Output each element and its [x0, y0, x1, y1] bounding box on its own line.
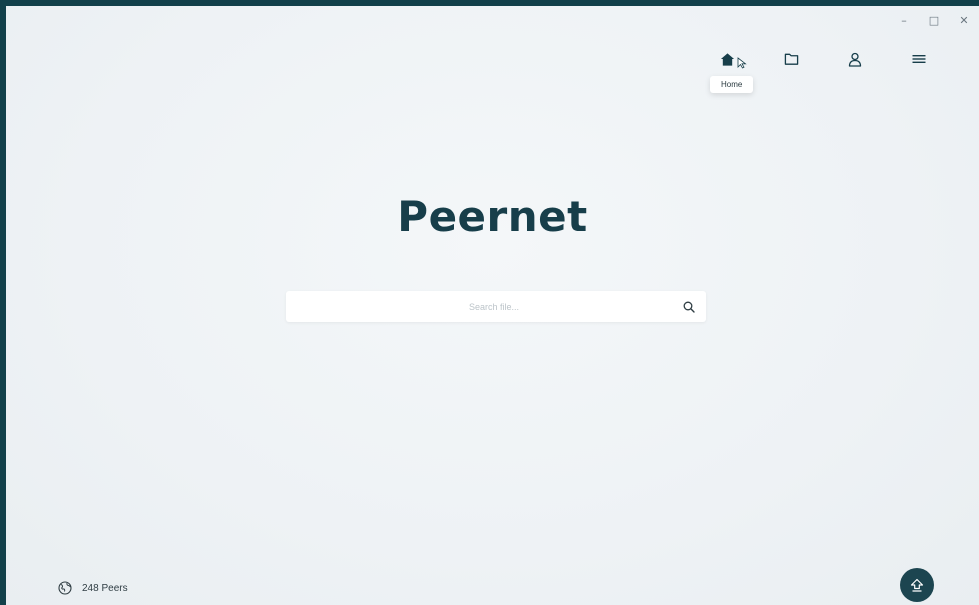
peers-count: 248 Peers — [82, 582, 128, 594]
nav-files-button[interactable] — [759, 46, 823, 72]
logo-text: Peernet — [397, 192, 588, 241]
top-nav — [695, 46, 951, 72]
upload-button[interactable] — [900, 568, 934, 602]
search-input[interactable] — [286, 291, 672, 322]
minimize-button[interactable]: – — [889, 10, 919, 30]
nav-home-button[interactable] — [695, 46, 759, 72]
user-icon — [848, 52, 862, 67]
home-icon — [720, 52, 734, 66]
hamburger-icon — [912, 55, 926, 63]
globe-icon — [58, 581, 72, 595]
brand-logo: Peernet — [6, 192, 979, 241]
upload-icon — [910, 578, 924, 592]
maximize-button[interactable]: □ — [919, 10, 949, 30]
app-window: – □ ✕ Home Peernet Search file... 248 Pe… — [6, 6, 979, 605]
search-bar — [286, 291, 706, 322]
search-icon — [683, 301, 695, 313]
folder-icon — [784, 53, 798, 65]
mouse-cursor-icon — [737, 57, 747, 69]
nav-profile-button[interactable] — [823, 46, 887, 72]
close-button[interactable]: ✕ — [949, 10, 979, 30]
peers-status: 248 Peers — [58, 581, 128, 595]
nav-menu-button[interactable] — [887, 46, 951, 72]
search-button[interactable] — [672, 291, 706, 322]
nav-tooltip: Home — [710, 76, 754, 93]
window-controls: – □ ✕ — [889, 10, 979, 30]
